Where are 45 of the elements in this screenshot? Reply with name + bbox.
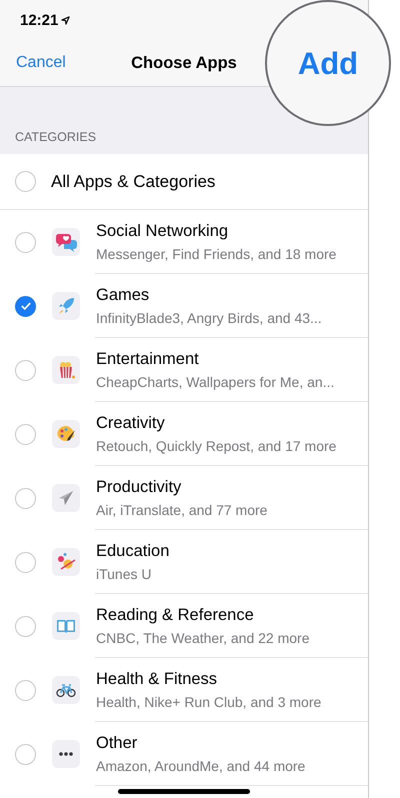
category-name: Other xyxy=(96,734,138,753)
planet-icon xyxy=(52,548,80,576)
radio-button[interactable] xyxy=(15,360,36,380)
radio-button[interactable] xyxy=(15,680,36,700)
location-icon xyxy=(61,16,70,24)
radio-button[interactable] xyxy=(15,296,36,316)
category-apps: CNBC, The Weather, and 22 more xyxy=(96,630,310,646)
category-apps: Amazon, AroundMe, and 44 more xyxy=(96,758,306,774)
all-apps-label[interactable]: All Apps & Categories xyxy=(51,172,216,192)
category-name: Reading & Reference xyxy=(96,606,255,625)
ellipsis-icon xyxy=(52,740,80,768)
category-apps: CheapCharts, Wallpapers for Me, an... xyxy=(96,374,334,390)
status-time: 12:21 xyxy=(20,12,58,28)
radio-button[interactable] xyxy=(15,616,36,636)
category-apps: Health, Nike+ Run Club, and 3 more xyxy=(96,694,322,710)
category-name: Education xyxy=(96,542,170,561)
radio-button[interactable] xyxy=(15,744,36,764)
checkmark-icon xyxy=(20,302,30,310)
radio-button[interactable] xyxy=(15,488,36,508)
category-apps: Air, iTranslate, and 77 more xyxy=(96,502,268,518)
category-name: Productivity xyxy=(96,478,182,497)
category-name: Games xyxy=(96,286,150,305)
category-apps: iTunes U xyxy=(96,566,153,582)
category-apps: InfinityBlade3, Angry Birds, and 43... xyxy=(96,310,322,326)
screen-title: Choose Apps xyxy=(131,54,237,72)
rocket-icon xyxy=(52,292,80,320)
radio-button[interactable] xyxy=(15,232,36,252)
chat-bubble-icon xyxy=(52,228,80,256)
category-apps: Retouch, Quickly Repost, and 17 more xyxy=(96,438,336,454)
category-apps: Messenger, Find Friends, and 18 more xyxy=(96,246,336,262)
bicycle-icon xyxy=(52,676,80,704)
category-name: Creativity xyxy=(96,414,166,433)
category-name: Health & Fitness xyxy=(96,670,218,689)
radio-button[interactable] xyxy=(15,424,36,444)
book-icon xyxy=(52,612,80,640)
category-name: Social Networking xyxy=(96,222,230,241)
popcorn-icon xyxy=(52,356,80,384)
radio-button[interactable] xyxy=(15,552,36,572)
section-header: CATEGORIES xyxy=(15,130,96,144)
add-button[interactable]: Add xyxy=(298,46,358,82)
radio-button[interactable] xyxy=(15,171,36,192)
category-name: Entertainment xyxy=(96,350,200,369)
palette-icon xyxy=(52,420,80,448)
paper-plane-icon xyxy=(52,484,80,512)
cancel-button[interactable]: Cancel xyxy=(16,54,66,72)
